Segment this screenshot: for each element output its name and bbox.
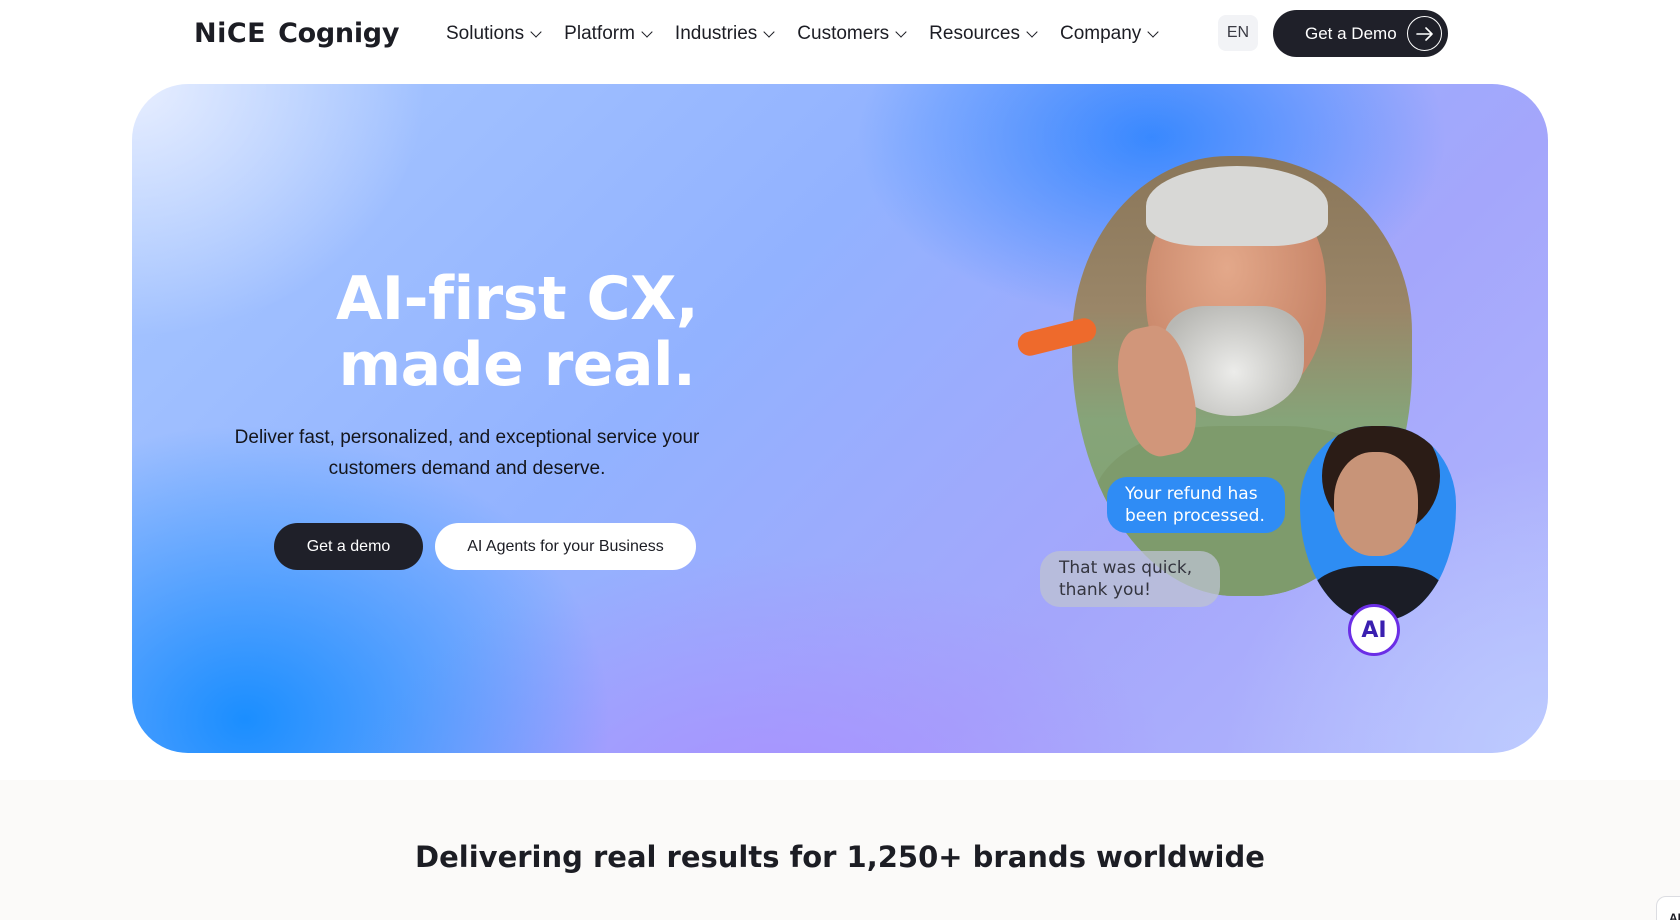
hero-title-line2: made real.: [338, 330, 696, 400]
agent-message-line1: Your refund has: [1125, 484, 1258, 504]
nav-company-label: Company: [1059, 23, 1142, 44]
nav-customers-label: Customers: [797, 23, 890, 44]
hero-subtitle-line2: customers demand and deserve.: [328, 458, 606, 479]
get-a-demo-button[interactable]: Get a demo: [274, 523, 423, 570]
customer-message-line2: thank you!: [1059, 580, 1151, 600]
nav-platform[interactable]: Platform: [564, 23, 653, 45]
hero-title-line1: AI-first CX,: [335, 264, 699, 334]
nav-solutions[interactable]: Solutions: [446, 23, 542, 45]
results-headline: Delivering real results for 1,250+ brand…: [415, 840, 1265, 874]
nav-company[interactable]: Company: [1059, 23, 1159, 45]
agent-face: [1334, 452, 1418, 556]
agent-message-line2: been processed.: [1125, 506, 1265, 526]
language-selector[interactable]: EN: [1218, 15, 1258, 51]
chevron-down-icon: [1026, 26, 1038, 38]
hero-section: AI-first CX, made real. Deliver fast, pe…: [132, 84, 1548, 753]
ai-agent-photo: [1300, 426, 1456, 621]
nav-resources-label: Resources: [929, 23, 1020, 44]
nav-industries-label: Industries: [674, 23, 758, 44]
customer-message-line1: That was quick,: [1059, 558, 1193, 578]
arrow-right-icon: [1407, 16, 1442, 51]
nav-industries[interactable]: Industries: [674, 23, 775, 45]
chevron-down-icon: [530, 26, 542, 38]
nav-customers[interactable]: Customers: [797, 23, 907, 45]
nav-solutions-label: Solutions: [446, 23, 525, 44]
hero-subtitle-line1: Deliver fast, personalized, and exceptio…: [234, 427, 700, 448]
main-nav: Solutions Platform Industries Customers …: [446, 0, 1181, 68]
logo-cognigy: Cognigy: [278, 17, 400, 49]
hero-title: AI-first CX, made real.: [332, 266, 702, 398]
chat-widget-button[interactable]: AI: [1656, 896, 1680, 920]
chevron-down-icon: [641, 26, 653, 38]
nice-cognigy-logo[interactable]: NiCE Cognigy: [194, 14, 399, 52]
logo-nice: NiCE: [194, 17, 267, 49]
customer-chat-bubble: That was quick, thank you!: [1040, 551, 1220, 607]
agent-chat-bubble: Your refund has been processed.: [1107, 477, 1285, 533]
chevron-down-icon: [763, 26, 775, 38]
nav-platform-label: Platform: [564, 23, 635, 44]
hero-subtitle: Deliver fast, personalized, and exceptio…: [218, 422, 716, 484]
get-a-demo-header-label: Get a Demo: [1305, 23, 1397, 43]
get-a-demo-header-button[interactable]: Get a Demo: [1273, 10, 1448, 57]
chevron-down-icon: [895, 26, 907, 38]
nav-resources[interactable]: Resources: [929, 23, 1038, 45]
results-section: Delivering real results for 1,250+ brand…: [0, 780, 1680, 920]
customer-hair: [1146, 166, 1328, 246]
site-header: NiCE Cognigy Solutions Platform Industri…: [0, 0, 1680, 68]
chevron-down-icon: [1147, 26, 1159, 38]
ai-badge-icon: AI: [1348, 604, 1400, 656]
ai-agents-button[interactable]: AI Agents for your Business: [435, 523, 696, 570]
